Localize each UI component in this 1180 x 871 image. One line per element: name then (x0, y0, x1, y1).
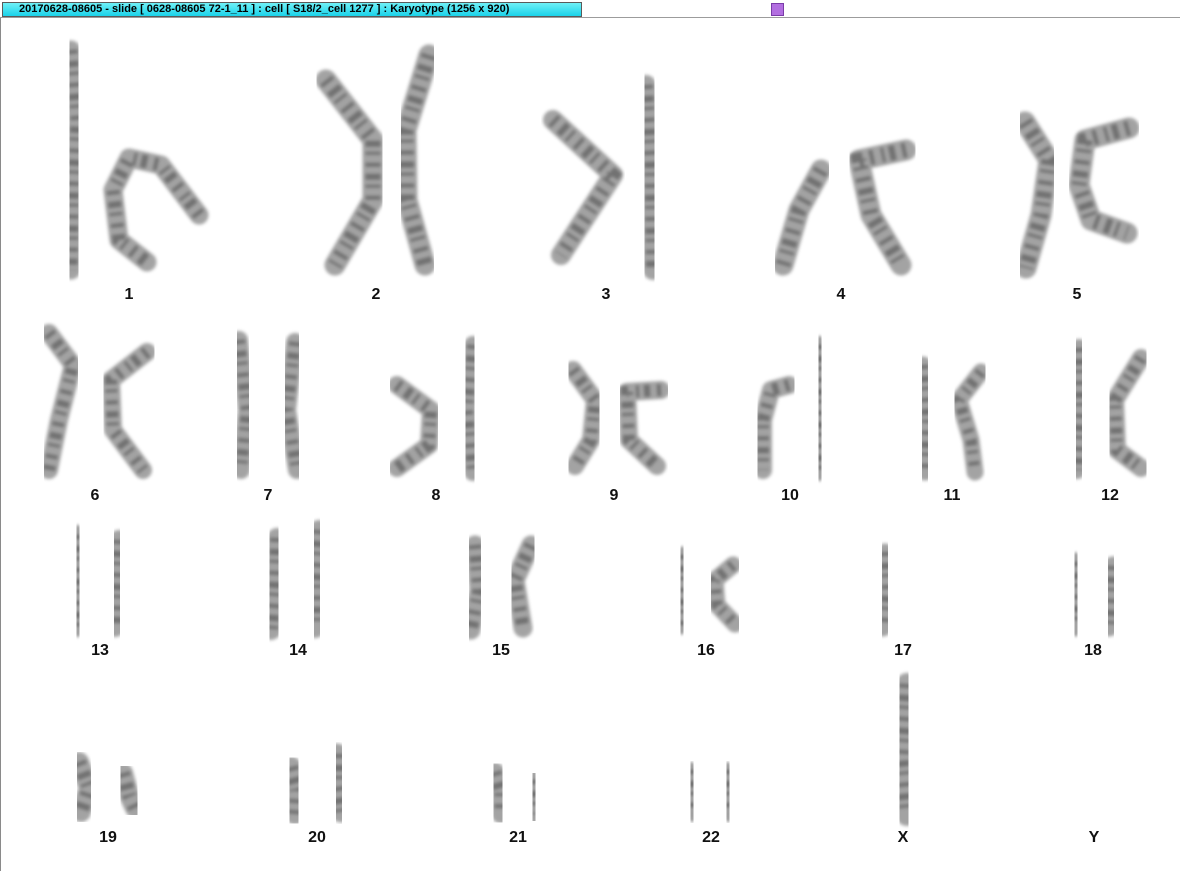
chromosome-19-homolog-2[interactable] (113, 763, 145, 818)
chromosome-label-16: 16 (697, 642, 715, 659)
chromosome-label-y: Y (1089, 829, 1100, 846)
chromosome-pair-14[interactable] (261, 520, 329, 640)
chromosome-label-20: 20 (308, 829, 326, 846)
chromosome-pair-1[interactable] (61, 40, 209, 280)
chromosome-label-10: 10 (781, 487, 799, 504)
chromosome-label-2: 2 (372, 286, 381, 303)
chromosome-pair-9[interactable] (564, 361, 670, 475)
chromosome-pair-21[interactable] (485, 762, 545, 824)
karyogram: 1 2 3 4 56 7 8 9 10 11 1213 14 15 16 17 1819 20 21 22 X Y (40, 40, 1150, 846)
chromosome-label-8: 8 (432, 487, 441, 504)
chromosome-pair-5[interactable] (1014, 111, 1140, 279)
chromosome-label-9: 9 (610, 487, 619, 504)
chromosome-pair-7[interactable] (230, 331, 306, 479)
chromosome-12-homolog-1[interactable] (1068, 339, 1090, 479)
chromosome-pair-13[interactable] (67, 525, 129, 637)
chromosome-label-11: 11 (944, 487, 961, 504)
chromosome-14-bands-1 (264, 537, 284, 631)
chromosome-label-21: 21 (509, 829, 527, 846)
chromosome-label-x: X (898, 829, 909, 846)
chromosome-pair-16[interactable] (672, 546, 744, 635)
chromosome-label-15: 15 (492, 642, 510, 659)
chromosome-pair-20[interactable] (280, 743, 352, 825)
chromosome-label-19: 19 (99, 829, 117, 846)
chromosome-label-5: 5 (1073, 286, 1082, 303)
chromosome-pair-11[interactable] (914, 356, 990, 481)
chromosome-pair-x[interactable] (890, 673, 918, 826)
chromosome-pair-19[interactable] (69, 752, 145, 822)
chromosome-10-homolog-2[interactable] (810, 336, 830, 481)
chromosome-13-bands-1 (70, 534, 87, 628)
chromosome-pair-3[interactable] (543, 75, 663, 280)
chromosome-pair-6[interactable] (40, 324, 156, 479)
chromosome-8-homolog-2[interactable] (458, 336, 482, 481)
chromosome-label-4: 4 (837, 286, 846, 303)
chromosome-label-1: 1 (125, 286, 134, 303)
chromosome-pair-17[interactable] (874, 539, 928, 637)
chromosome-3-homolog-2[interactable] (636, 75, 663, 280)
chromosome-label-6: 6 (91, 487, 100, 504)
chromosome-pair-2[interactable] (315, 44, 440, 276)
chromosome-label-12: 12 (1101, 487, 1119, 504)
chromosome-label-18: 18 (1084, 642, 1102, 659)
chromosome-pair-12[interactable] (1068, 339, 1150, 479)
chromosome-label-14: 14 (289, 642, 307, 659)
title-bar: 20170628-08605 - slide [ 0628-08605 72-1… (0, 0, 1180, 18)
page-marker-icon[interactable] (771, 3, 784, 16)
chromosome-label-3: 3 (602, 286, 611, 303)
chromosome-pair-8[interactable] (388, 336, 482, 481)
chromosome-label-22: 22 (702, 829, 720, 846)
chromosome-label-17: 17 (894, 642, 912, 659)
chromosome-pair-4[interactable] (772, 139, 917, 276)
chromosome-label-13: 13 (91, 642, 109, 659)
chromosome-pair-22[interactable] (683, 762, 737, 822)
chromosome-pair-10[interactable] (754, 336, 830, 481)
chromosome-8-homolog-1[interactable] (388, 376, 440, 477)
chromosome-18-homolog-2[interactable] (1099, 556, 1123, 637)
chromosome-pair-18[interactable] (1065, 552, 1123, 637)
karyotype-canvas: 1 2 3 4 5 6 7 8 9 10 11 12 13 14 15 16 17 18 19 20 21 22 X Y (0, 18, 1180, 871)
window-title-tab[interactable]: 20170628-08605 - slide [ 0628-08605 72-1… (2, 2, 582, 17)
chromosome-label-7: 7 (264, 487, 273, 504)
chromosome-pair-15[interactable] (461, 535, 541, 640)
chromosome-9-homolog-2[interactable] (618, 381, 670, 475)
